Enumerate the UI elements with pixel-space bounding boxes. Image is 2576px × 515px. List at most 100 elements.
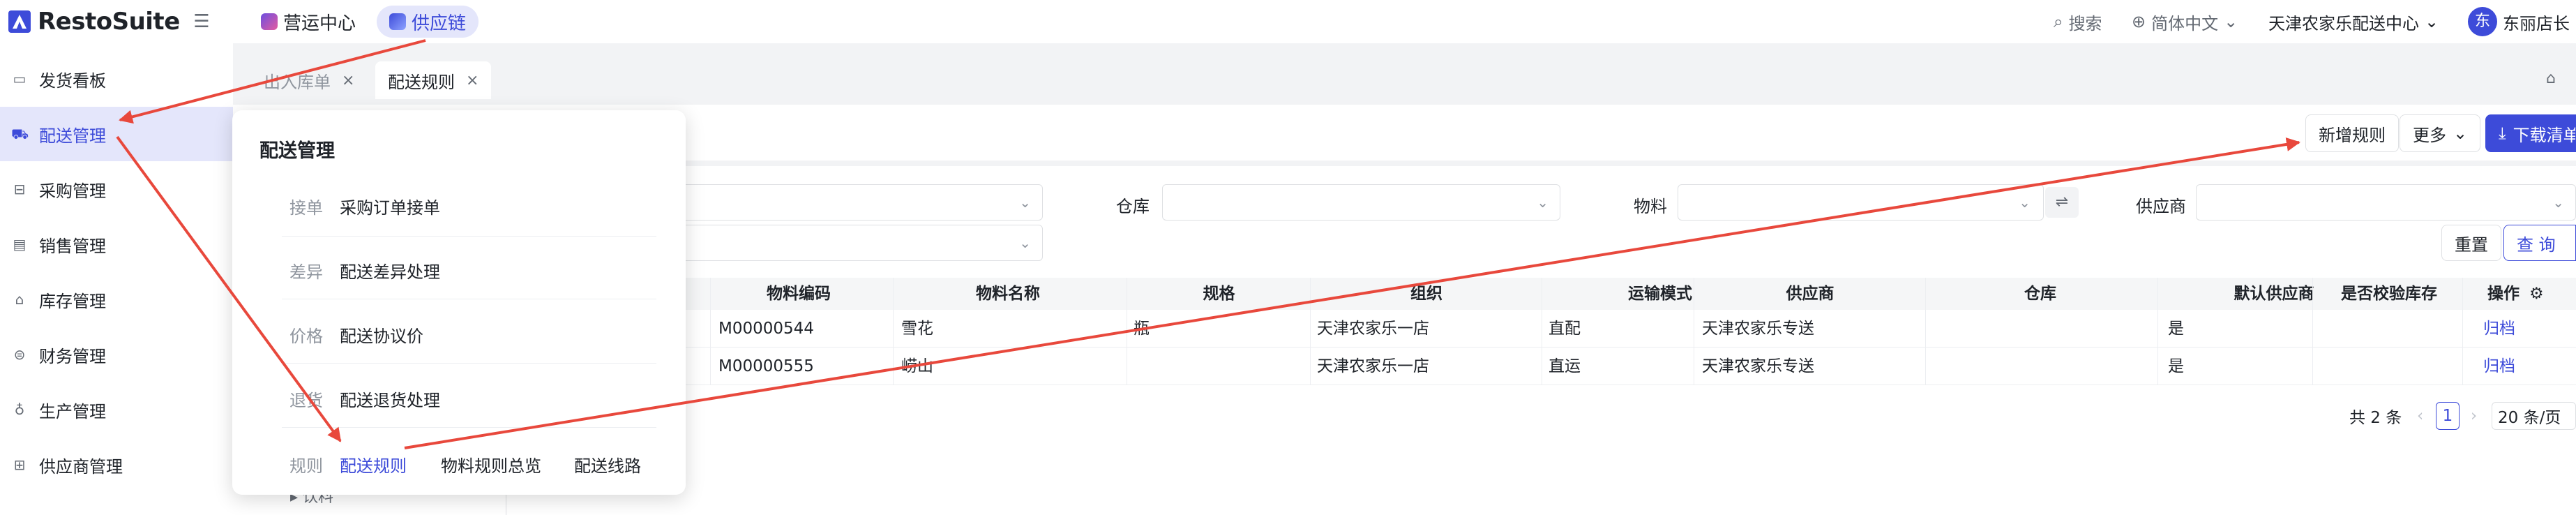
chevron-down-icon: ⌄ — [2425, 12, 2439, 31]
page-1[interactable]: 1 — [2436, 402, 2460, 430]
menu-item-agreement-price[interactable]: 配送协议价 — [340, 322, 423, 347]
popover-divider — [282, 363, 656, 364]
search-icon: ⌕ — [2054, 12, 2063, 31]
topnav-ops-label: 营运中心 — [283, 13, 356, 34]
material-picker-icon[interactable]: ⇌ — [2045, 187, 2079, 218]
close-icon[interactable]: × — [342, 72, 354, 89]
cell-default-supplier: 是 — [2168, 320, 2184, 338]
archive-link[interactable]: 归档 — [2483, 310, 2515, 348]
next-page-icon[interactable]: › — [2471, 402, 2477, 430]
chevron-down-icon: ⌄ — [2224, 12, 2238, 31]
sidebar-item-label: 财务管理 — [39, 346, 106, 366]
more-label: 更多 — [2413, 125, 2446, 145]
supplier-icon: ⊞ — [13, 456, 26, 473]
chevron-down-icon: ⌄ — [1537, 194, 1549, 211]
material-select[interactable]: ⌄ — [1678, 184, 2044, 221]
query-label: 查 询 — [2517, 234, 2556, 255]
tab-tools-icon[interactable]: ⌂ — [2546, 70, 2556, 87]
sidebar-item-delivery-mgmt[interactable]: ⛟ 配送管理 — [0, 107, 233, 161]
popover-cat-price: 价格 — [289, 327, 323, 346]
warehouse-select[interactable]: ⌄ — [1162, 184, 1560, 221]
cell-mode: 直运 — [1549, 357, 1581, 375]
finance-icon: ⊜ — [13, 346, 26, 363]
sidebar-item-inventory[interactable]: ⌂ 库存管理 — [0, 272, 233, 327]
avatar: 东 — [2468, 7, 2497, 36]
menu-fold-icon[interactable]: ☰ — [190, 10, 213, 33]
language-select[interactable]: ⊕ 简体中文 ⌄ — [2132, 6, 2238, 38]
truck-icon: ⛟ — [11, 126, 29, 142]
supplier-select[interactable]: ⌄ — [2196, 184, 2576, 221]
menu-item-po-receive[interactable]: 采购订单接单 — [340, 194, 440, 218]
sidebar-item-production[interactable]: ♁ 生产管理 — [0, 382, 233, 437]
sidebar-item-label: 库存管理 — [39, 291, 106, 311]
chevron-down-icon: ⌄ — [2552, 194, 2564, 211]
filter-input-1[interactable]: ⌄ — [670, 184, 1043, 221]
search-button[interactable]: ⌕ 搜索 — [2054, 6, 2102, 38]
cell-name: 雪花 — [901, 320, 933, 338]
supply-chain-icon — [389, 13, 406, 30]
sidebar-item-label: 生产管理 — [39, 401, 106, 421]
sidebar-item-finance[interactable]: ⊜ 财务管理 — [0, 327, 233, 382]
col-header-org: 组织 — [1410, 285, 1443, 303]
sidebar-item-label: 发货看板 — [39, 70, 106, 91]
menu-item-diff-handle[interactable]: 配送差异处理 — [340, 258, 440, 283]
cell-mode: 直配 — [1549, 320, 1581, 338]
cell-code: M00000555 — [718, 357, 814, 375]
sidebar-item-label: 销售管理 — [39, 236, 106, 256]
sidebar-item-sales[interactable]: ▤ 销售管理 — [0, 217, 233, 271]
popover-title: 配送管理 — [259, 140, 335, 162]
archive-link[interactable]: 归档 — [2483, 348, 2515, 385]
user-name: 东丽店长 — [2503, 13, 2570, 33]
add-rule-button[interactable]: 新增规则 — [2305, 114, 2399, 152]
download-label: 下载清单 — [2513, 125, 2576, 145]
chevron-down-icon: ⌄ — [2453, 124, 2468, 143]
cart-icon: ⊟ — [13, 181, 26, 197]
sidebar-item-purchase[interactable]: ⊟ 采购管理 — [0, 162, 233, 216]
tab-stock-inout[interactable]: 出入库单 × — [251, 61, 367, 99]
page-size-select[interactable]: 20 条/页 — [2492, 402, 2576, 430]
brand-name: RestoSuite — [38, 8, 180, 36]
col-header-op: 操作 ⚙ — [2462, 278, 2576, 310]
col-header-check-stock: 是否校验库存 — [2341, 285, 2437, 303]
menu-item-material-rule-overview[interactable]: 物料规则总览 — [441, 452, 541, 477]
material-label: 物料 — [1634, 197, 1667, 216]
cell-supplier: 天津农家乐专送 — [1702, 357, 1814, 375]
org-select[interactable]: 天津农家乐配送中心 ⌄ — [2268, 6, 2439, 38]
cell-spec: 瓶 — [1133, 320, 1150, 338]
monitor-icon: ▭ — [13, 70, 27, 87]
tab-delivery-rule[interactable]: 配送规则 × — [375, 61, 492, 99]
tab-label: 配送规则 — [388, 72, 455, 92]
reset-button[interactable]: 重置 — [2441, 225, 2501, 261]
menu-item-return-handle[interactable]: 配送退货处理 — [340, 387, 440, 411]
menu-item-delivery-route[interactable]: 配送线路 — [574, 452, 641, 477]
sale-icon: ▤ — [13, 236, 27, 253]
language-label: 简体中文 — [2151, 13, 2219, 33]
warehouse-label: 仓库 — [1116, 197, 1150, 216]
cell-org: 天津农家乐一店 — [1317, 320, 1429, 338]
chevron-down-icon: ⌄ — [1019, 234, 1031, 251]
cell-name: 崂山 — [901, 357, 933, 375]
popover-cat-order: 接单 — [289, 198, 323, 218]
close-icon[interactable]: × — [466, 72, 479, 89]
globe-icon: ⊕ — [2132, 12, 2146, 31]
ops-center-icon — [261, 13, 278, 30]
menu-item-delivery-rule[interactable]: 配送规则 — [340, 452, 407, 477]
user-menu[interactable]: 东 东丽店长 — [2468, 6, 2570, 38]
sidebar-item-label: 配送管理 — [39, 126, 106, 146]
query-button[interactable]: 查 询 — [2503, 225, 2576, 261]
logo[interactable]: RestoSuite — [7, 6, 180, 38]
sidebar-item-label: 供应商管理 — [39, 456, 123, 477]
filter-input-2[interactable]: ⌄ — [670, 225, 1043, 261]
download-list-button[interactable]: ⤓ 下载清单 — [2485, 114, 2576, 152]
gear-icon[interactable]: ⚙ — [2529, 285, 2544, 303]
col-header-code: 物料编码 — [767, 285, 831, 303]
sidebar-item-supplier[interactable]: ⊞ 供应商管理 — [0, 438, 233, 492]
more-button[interactable]: 更多 ⌄ — [2400, 114, 2481, 152]
cell-code: M00000544 — [718, 320, 814, 338]
topnav-supply-chain[interactable]: 供应链 — [377, 6, 479, 38]
topnav-ops-center[interactable]: 营运中心 — [248, 6, 368, 38]
prev-page-icon[interactable]: ‹ — [2417, 402, 2423, 430]
tab-strip — [233, 54, 2576, 105]
warehouse-icon: ⌂ — [15, 291, 24, 308]
sidebar-item-delivery-board[interactable]: ▭ 发货看板 — [0, 52, 233, 106]
